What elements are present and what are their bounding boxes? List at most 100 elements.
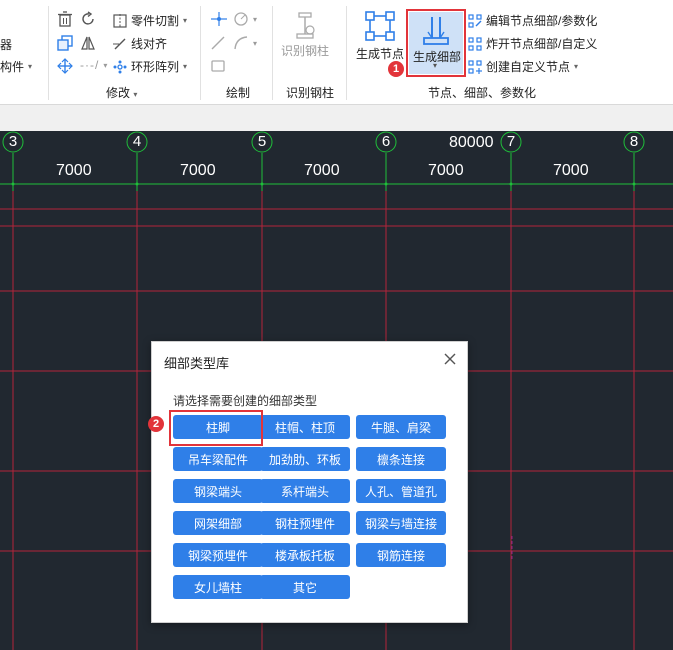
line-tool-button[interactable]: [210, 35, 226, 51]
step-badge-1: 1: [388, 61, 404, 77]
delete-button[interactable]: [57, 11, 73, 27]
arc-tool-button[interactable]: ▾: [233, 35, 257, 51]
part-cut-label: 零件切割: [131, 14, 180, 28]
detail-type-button[interactable]: 吊车梁配件: [173, 447, 263, 471]
explode-detail-label: 炸开节点细部/自定义: [486, 37, 598, 51]
ribbon: 器 构件 ▾ -·-/ ▾ 零件切割 ▾ 线对齐 环形阵列 ▾ 修改 ▾ ▾ ▾…: [0, 0, 673, 105]
dialog-subtitle: 请选择需要创建的细部类型: [173, 394, 318, 408]
ribbon-item-cut-top-label: 器: [0, 38, 13, 52]
custom-node-icon: [468, 59, 482, 74]
dialog-title: 细部类型库: [164, 356, 230, 371]
ribbon-item-component[interactable]: 构件 ▾: [0, 58, 32, 75]
group-separator: [346, 6, 347, 100]
dash-icon: -·-/: [80, 58, 100, 72]
edit-detail-button[interactable]: 编辑节点细部/参数化: [468, 12, 597, 29]
modify-group-label: 修改: [106, 86, 131, 100]
detail-type-library-dialog: 细部类型库 请选择需要创建的细部类型 柱脚 柱帽、柱顶 牛腿、肩梁 吊车梁配件 …: [148, 341, 468, 623]
detail-type-button[interactable]: 其它: [260, 575, 350, 599]
axis-bubble: 4: [127, 132, 147, 152]
trash-icon: [58, 11, 72, 27]
rectangle-tool-button[interactable]: [210, 58, 226, 74]
detail-type-button[interactable]: 钢梁端头: [173, 479, 263, 503]
chevron-down-icon: ▾: [183, 16, 188, 25]
detail-type-button[interactable]: 钢筋连接: [356, 543, 446, 567]
rectangle-icon: [211, 60, 225, 72]
point-tool-button[interactable]: [210, 11, 228, 27]
detail-type-button[interactable]: 网架细部: [173, 511, 263, 535]
detail-type-button[interactable]: 加劲肋、环板: [260, 447, 350, 471]
create-custom-node-label: 创建自定义节点: [486, 60, 571, 74]
step-badge-2: 2: [148, 416, 164, 432]
ring-array-button[interactable]: 环形阵列 ▾: [113, 58, 187, 75]
line-align-button[interactable]: 线对齐: [113, 35, 167, 52]
detail-type-button[interactable]: 系杆端头: [260, 479, 350, 503]
offset-dropdown[interactable]: -·-/ ▾: [80, 58, 107, 72]
chevron-down-icon: ▾: [133, 90, 138, 99]
line-align-label: 线对齐: [131, 37, 168, 51]
axis-number: 6: [381, 133, 391, 150]
explode-node-icon: [468, 36, 482, 51]
toolbar-strip: [0, 105, 673, 132]
axis-bubble: 8: [624, 132, 644, 152]
group-label-draw: 绘制: [226, 86, 251, 100]
group-separator: [272, 6, 273, 100]
chevron-down-icon: ▾: [253, 38, 258, 48]
axis-number: 5: [257, 133, 267, 150]
generate-node-label: 生成节点: [356, 47, 405, 61]
detail-type-button[interactable]: 楼承板托板: [260, 543, 350, 567]
group-label-modify[interactable]: 修改 ▾: [106, 84, 137, 101]
detail-type-button[interactable]: 人孔、管道孔: [356, 479, 446, 503]
column-recognize-icon: [296, 12, 315, 39]
span-dimension: 7000: [553, 162, 589, 179]
mirror-icon: [81, 36, 95, 50]
recognize-column-button[interactable]: 识别钢柱: [281, 12, 329, 59]
detail-type-button[interactable]: 钢梁预埋件: [173, 543, 263, 567]
axis-number: 4: [132, 133, 142, 150]
chevron-down-icon: ▾: [253, 14, 258, 24]
total-dimension: 80000: [449, 134, 494, 151]
group-separator: [200, 6, 201, 100]
create-custom-node-button[interactable]: 创建自定义节点 ▾: [468, 58, 578, 75]
highlight-box-generate-detail: [406, 9, 466, 77]
mirror-button[interactable]: [80, 35, 96, 51]
detail-type-button[interactable]: 柱帽、柱顶: [260, 415, 350, 439]
ring-array-icon: [113, 60, 127, 73]
copy-button[interactable]: [57, 35, 73, 51]
chevron-down-icon: ▾: [103, 60, 108, 70]
part-cut-icon: [113, 13, 127, 28]
arc-icon: [234, 36, 248, 50]
rotate-icon: [82, 11, 94, 25]
explode-detail-button[interactable]: 炸开节点细部/自定义: [468, 35, 597, 52]
move-button[interactable]: [57, 58, 73, 74]
edit-node-icon: [468, 13, 482, 28]
group-label-recognize: 识别钢柱: [286, 86, 335, 100]
detail-type-button[interactable]: 钢梁与墙连接: [356, 511, 446, 535]
chevron-down-icon: ▾: [28, 62, 33, 71]
generate-node-button[interactable]: 生成节点: [356, 10, 404, 62]
detail-type-button[interactable]: 女儿墙柱: [173, 575, 263, 599]
ribbon-item-component-label: 构件: [0, 60, 25, 74]
detail-type-button[interactable]: 牛腿、肩梁: [356, 415, 446, 439]
group-label-nodes: 节点、细部、参数化: [428, 86, 537, 100]
axis-bubble: 7: [501, 132, 521, 152]
rotate-button[interactable]: [80, 11, 96, 27]
part-cut-button[interactable]: 零件切割 ▾: [113, 12, 187, 29]
span-dimension: 7000: [428, 162, 464, 179]
group-separator: [48, 6, 49, 100]
detail-type-button[interactable]: 钢柱预埋件: [260, 511, 350, 535]
line-align-icon: [113, 38, 126, 49]
circle-tool-button[interactable]: ▾: [233, 11, 257, 27]
span-dimension: 7000: [56, 162, 92, 179]
recognize-column-label: 识别钢柱: [281, 44, 330, 58]
ring-array-label: 环形阵列: [131, 60, 180, 74]
axis-bubble: 6: [376, 132, 396, 152]
circle-icon: [234, 12, 248, 26]
ribbon-item-cut-top[interactable]: 器: [0, 36, 12, 53]
close-icon[interactable]: [443, 352, 457, 366]
edit-detail-label: 编辑节点细部/参数化: [486, 14, 598, 28]
crosshair-icon: [211, 12, 227, 26]
detail-type-button[interactable]: 檩条连接: [356, 447, 446, 471]
chevron-down-icon: ▾: [574, 62, 579, 71]
axis-number: 8: [629, 133, 639, 150]
line-icon: [211, 36, 225, 50]
